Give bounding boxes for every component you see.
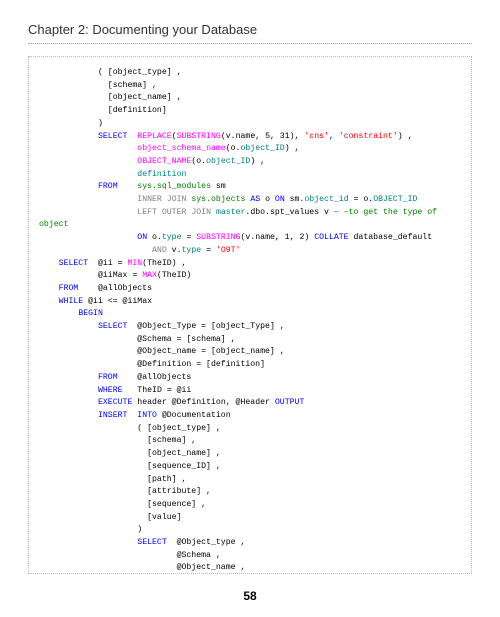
code-line: [definition]	[39, 105, 461, 118]
code-line: LEFT OUTER JOIN master.dbo.spt_values v …	[39, 207, 461, 220]
code-line: EXECUTE header @Definition, @Header OUTP…	[39, 397, 461, 410]
code-line: FROM @allObjects	[39, 283, 461, 296]
code-line: ON o.type = SUBSTRING(v.name, 1, 2) COLL…	[39, 232, 461, 245]
code-line: SELECT @Object_Type = [object_Type] ,	[39, 321, 461, 334]
code-line: [object_name] ,	[39, 448, 461, 461]
code-line: [attribute] ,	[39, 486, 461, 499]
code-line: INNER JOIN sys.objects AS o ON sm.object…	[39, 194, 461, 207]
code-line: SELECT REPLACE(SUBSTRING(v.name, 5, 31),…	[39, 131, 461, 144]
code-line: object_schema_name(o.object_ID) ,	[39, 143, 461, 156]
code-line: @iiMax = MAX(TheID)	[39, 270, 461, 283]
code-line: @Schema ,	[39, 550, 461, 563]
sql-code-block: ( [object_type] , [schema] , [object_nam…	[28, 56, 472, 574]
code-line: [sequence_ID] ,	[39, 461, 461, 474]
code-line: ( [object_type] ,	[39, 67, 461, 80]
chapter-title: Chapter 2: Documenting your Database	[28, 22, 472, 44]
code-line: @Definition = [definition]	[39, 359, 461, 372]
code-line: SELECT @Object_type ,	[39, 537, 461, 550]
code-line: )	[39, 524, 461, 537]
code-line: [sequence] ,	[39, 499, 461, 512]
code-line: SELECT @ii = MIN(TheID) ,	[39, 258, 461, 271]
page-number: 58	[0, 589, 500, 603]
code-line: INSERT INTO @Documentation	[39, 410, 461, 423]
code-line: @Schema = [schema] ,	[39, 334, 461, 347]
code-line: FROM @allObjects	[39, 372, 461, 385]
code-line: AND v.type = 'O9T'	[39, 245, 461, 258]
code-line: WHERE TheID = @ii	[39, 385, 461, 398]
code-line: @Object_name = [object_name] ,	[39, 346, 461, 359]
code-line: )	[39, 118, 461, 131]
code-line: [value]	[39, 512, 461, 525]
code-line: definition	[39, 169, 461, 182]
code-line: [object_name] ,	[39, 92, 461, 105]
code-line: object	[39, 219, 461, 232]
code-line: WHILE @ii <= @iiMax	[39, 296, 461, 309]
code-line: FROM sys.sql_modules sm	[39, 181, 461, 194]
code-line: [schema] ,	[39, 80, 461, 93]
code-line: @Object_name ,	[39, 562, 461, 574]
code-line: [path] ,	[39, 474, 461, 487]
code-line: OBJECT_NAME(o.object_ID) ,	[39, 156, 461, 169]
code-line: [schema] ,	[39, 435, 461, 448]
code-line: ( [object_type] ,	[39, 423, 461, 436]
code-line: BEGIN	[39, 308, 461, 321]
